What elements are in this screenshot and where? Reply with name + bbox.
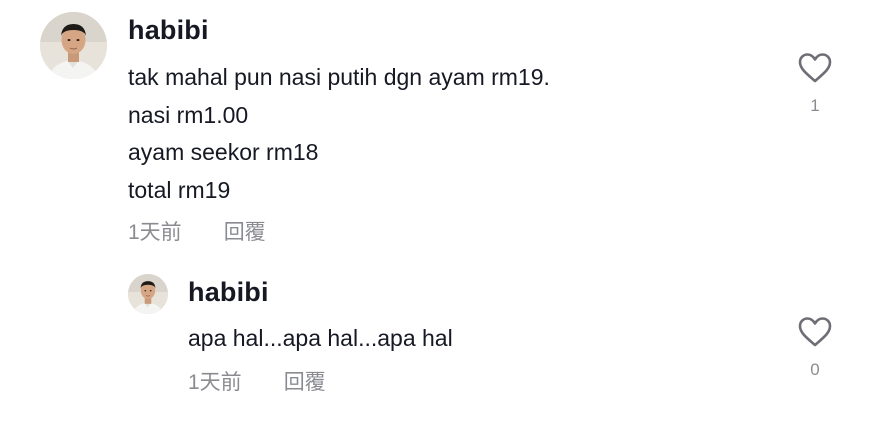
reply-button[interactable]: 回覆 [224,216,266,246]
reply-text: apa hal...apa hal...apa hal [188,320,453,358]
comment-text-line: nasi rm1.00 [128,101,249,128]
reply-meta: 1天前 回覆 [188,366,326,396]
user-avatar-icon [40,12,107,79]
avatar[interactable] [40,12,107,79]
comment-meta: 1天前 回覆 [128,216,266,246]
heart-outline-icon [798,317,832,347]
comment-text-line: tak mahal pun nasi putih dgn ayam rm19. [128,64,550,90]
comment-text: tak mahal pun nasi putih dgn ayam rm19. … [128,59,550,209]
comment-username[interactable]: habibi [128,15,209,46]
avatar[interactable] [128,274,168,314]
reply-username[interactable]: habibi [188,277,269,308]
comment-timestamp: 1天前 [128,221,182,244]
comment-item: habibi tak mahal pun nasi putih dgn ayam… [40,12,860,252]
comment-text-line: ayam seekor rm18 [128,139,319,165]
comment-text-line: total rm19 [128,176,231,203]
like-count: 1 [810,96,820,115]
reply-text-line: apa hal...apa hal...apa hal [188,325,453,351]
like-count: 0 [810,360,820,379]
reply-timestamp: 1天前 [188,371,242,394]
like-button[interactable]: 0 [795,316,835,380]
like-button[interactable]: 1 [795,52,835,116]
user-avatar-icon [128,274,168,314]
reply-item: habibi apa hal...apa hal...apa hal 1天前 回… [128,272,860,402]
reply-button[interactable]: 回覆 [284,366,326,396]
heart-outline-icon [798,53,832,83]
